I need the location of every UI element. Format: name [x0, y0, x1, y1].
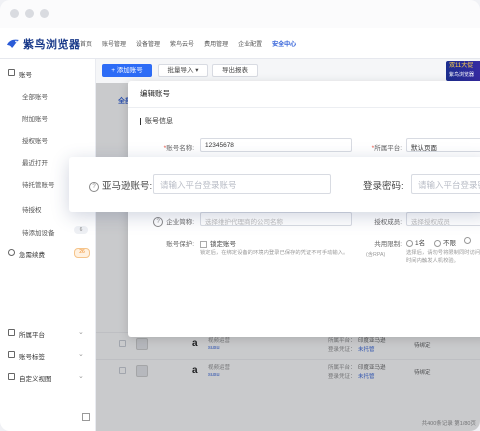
export-report-button[interactable]: 导出报表 [212, 64, 258, 77]
sidebar-item-additional[interactable]: 附加账号 [0, 109, 95, 125]
sidebar-item-all[interactable]: 全部账号 [0, 87, 95, 103]
member-select[interactable]: 选择授权成员 [406, 212, 480, 226]
radio-icon [406, 239, 413, 247]
clock-icon [8, 249, 15, 256]
account-icon [8, 69, 15, 76]
sidebar-group-platform[interactable]: 所属平台 ⌄ [0, 325, 95, 341]
share-option-one[interactable]: 1名 [406, 237, 425, 247]
app-window: 紫鸟浏览器 首页 账号管理 设备管理 紫鸟云号 费用管理 企业配置 安全中心 双… [0, 0, 480, 431]
tag-icon [8, 351, 15, 358]
sidebar-item-authorized[interactable]: 授权账号 [0, 131, 95, 147]
sidebar-group-views[interactable]: 自定义视图 ⌄ [0, 369, 95, 385]
amazon-account-label: ? 亚马逊账号: [89, 178, 152, 192]
nav-accounts[interactable]: 账号管理 [102, 39, 126, 48]
share-limit-label: 共用限制: [374, 241, 402, 248]
nav-enterprise[interactable]: 企业配置 [238, 39, 262, 48]
main-nav: 首页 账号管理 设备管理 紫鸟云号 费用管理 企业配置 安全中心 [80, 39, 306, 48]
title-bar [0, 0, 480, 28]
company-select[interactable]: 选择维护代理商的公司名称 [200, 212, 352, 226]
rpa-note: (含RPA) [366, 252, 386, 258]
section-title: 账号信息 [140, 118, 173, 125]
amazon-account-input[interactable]: 请输入平台登录账号 [153, 174, 331, 194]
sidebar-group-tags[interactable]: 账号标签 ⌄ [0, 347, 95, 363]
share-option-unlimited[interactable]: 不限 [434, 237, 456, 247]
chevron-down-icon: ⌄ [78, 351, 84, 358]
renewal-count-badge: 26 [74, 248, 90, 258]
nav-billing[interactable]: 费用管理 [204, 39, 228, 48]
share-option-other[interactable] [464, 237, 473, 244]
window-minimize-button[interactable] [25, 9, 34, 18]
chevron-down-icon: ⌄ [78, 329, 84, 336]
help-icon[interactable]: ? [89, 182, 99, 192]
checkbox-icon [200, 240, 207, 248]
password-input[interactable]: 请输入平台登录密码 [411, 174, 480, 194]
platform-icon [8, 329, 15, 336]
radio-icon [434, 239, 441, 247]
account-name-input[interactable]: 12345678 [200, 138, 352, 152]
collapse-sidebar-icon[interactable] [82, 413, 90, 421]
nav-cloud[interactable]: 紫鸟云号 [170, 39, 194, 48]
divider [128, 107, 480, 108]
platform-select[interactable]: 默认页面 [406, 138, 480, 152]
lock-account-checkbox[interactable]: 锁定账号 [200, 238, 236, 248]
app-logo: 紫鸟浏览器 [6, 36, 81, 52]
protect-note: 锁定后，在绑定设备的环境内登录已保存的凭证不可手动输入。 [200, 250, 349, 256]
count-badge: 6 [74, 226, 88, 234]
nav-devices[interactable]: 设备管理 [136, 39, 160, 48]
add-account-button[interactable]: + 添加账号 [102, 64, 152, 77]
top-nav: 紫鸟浏览器 首页 账号管理 设备管理 紫鸟云号 费用管理 企业配置 安全中心 双… [0, 28, 480, 81]
modal-title: 编辑账号 [140, 89, 170, 98]
sidebar-item-renewal[interactable]: 急需续费 26 [0, 245, 95, 261]
batch-import-button[interactable]: 批量导入 ▾ [158, 64, 208, 77]
nav-home[interactable]: 首页 [80, 39, 92, 48]
window-close-button[interactable] [10, 9, 19, 18]
radio-icon [464, 237, 471, 244]
platform-label: *所属平台: [371, 145, 402, 152]
account-name-label: *账号名称: [163, 145, 194, 152]
company-label: ? 企业简称: [148, 216, 194, 227]
window-maximize-button[interactable] [40, 9, 49, 18]
view-icon [8, 373, 15, 380]
member-label: 授权成员: [374, 219, 402, 226]
password-label: 登录密码: [363, 181, 404, 192]
highlighted-login-row: ?亚马逊账号: 请输入平台登录账号 登录密码: 请输入平台登录密码 [69, 157, 480, 212]
nav-security[interactable]: 安全中心 [272, 39, 296, 48]
protect-label: 账号保护: [166, 241, 194, 248]
sidebar: 账号 全部账号 附加账号 授权账号 最近打开 待托管账号 待授权 待添加设备 6… [0, 59, 96, 431]
share-note: 选择后，请勿号将限制同时访问的时间内触发人机校验。 [406, 250, 480, 264]
bird-logo-icon [6, 37, 20, 51]
sidebar-item-pending-device[interactable]: 待添加设备 6 [0, 223, 95, 239]
sidebar-head-accounts[interactable]: 账号 [0, 65, 95, 81]
chevron-down-icon: ⌄ [78, 373, 84, 380]
app-name: 紫鸟浏览器 [23, 39, 81, 51]
